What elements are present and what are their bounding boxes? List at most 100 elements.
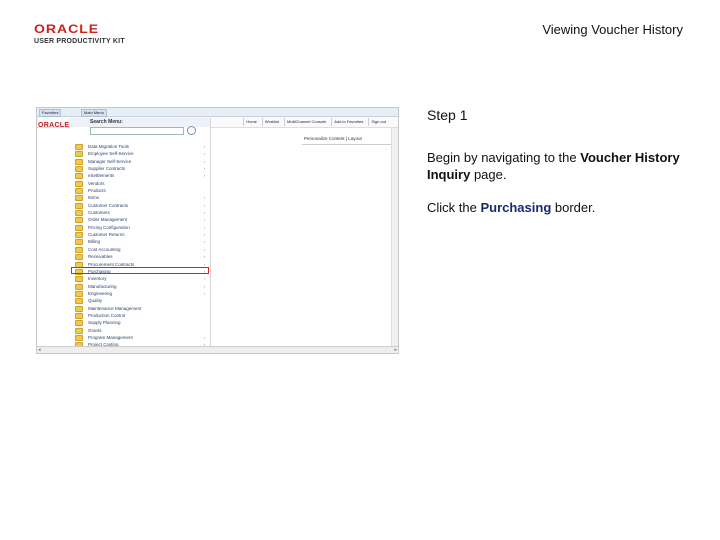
screenshot-nav-links: Home Worklist MultiChannel Console Add t… bbox=[243, 118, 388, 126]
menu-item-list: Data Migration Tools › Employee Self-Servi… bbox=[70, 143, 210, 349]
instruction-suffix: page. bbox=[470, 167, 507, 182]
nav-link-worklist[interactable]: Worklist bbox=[261, 118, 281, 126]
menu-item-label: Engineering bbox=[88, 290, 113, 296]
menu-item[interactable]: Order Management › bbox=[70, 216, 210, 224]
folder-icon bbox=[75, 151, 83, 158]
menu-item-label: Products bbox=[88, 188, 106, 194]
folder-icon bbox=[75, 158, 83, 165]
folder-icon bbox=[75, 195, 83, 202]
tab-favorites[interactable]: Favorites bbox=[39, 109, 62, 117]
scroll-right-icon[interactable]: ▸ bbox=[394, 347, 397, 353]
nav-link-sign-out[interactable]: Sign out bbox=[368, 118, 388, 126]
menu-item[interactable]: Data Migration Tools › bbox=[70, 143, 210, 150]
menu-item-label: Program Management bbox=[88, 334, 133, 340]
page-title: Viewing Voucher History bbox=[542, 22, 683, 37]
personalize-link[interactable]: Personalize Content | Layout bbox=[304, 136, 362, 141]
instruction-prefix: Begin by navigating to the bbox=[427, 150, 581, 165]
folder-icon bbox=[75, 166, 83, 173]
folder-icon bbox=[75, 217, 83, 224]
menu-item[interactable]: Engineering › bbox=[70, 290, 210, 297]
submenu-arrow-icon: › bbox=[204, 166, 206, 172]
menu-item[interactable]: Quality bbox=[70, 297, 210, 305]
submenu-arrow-icon: › bbox=[204, 232, 206, 238]
menu-item-label: Vendors bbox=[88, 180, 105, 186]
nav-link-home[interactable]: Home bbox=[243, 118, 259, 126]
menu-item[interactable]: Vendors bbox=[70, 180, 210, 187]
menu-item[interactable]: Billing › bbox=[70, 238, 210, 246]
submenu-arrow-icon: › bbox=[204, 290, 206, 296]
folder-icon bbox=[75, 188, 83, 195]
personalize-divider bbox=[302, 144, 392, 145]
menu-item-label: Maintenance Management bbox=[88, 305, 142, 311]
submenu-arrow-icon: › bbox=[204, 210, 206, 216]
menu-item[interactable]: Manager Self-Service › bbox=[70, 158, 210, 165]
action-text: Click the Purchasing border. bbox=[427, 199, 687, 216]
submenu-arrow-icon: › bbox=[204, 283, 206, 289]
screenshot-oracle-logo: ORACLE bbox=[38, 122, 70, 129]
submenu-arrow-icon: › bbox=[204, 202, 206, 208]
submenu-arrow-icon: › bbox=[204, 173, 206, 179]
nav-link-add-favorites[interactable]: Add to Favorites bbox=[331, 118, 365, 126]
folder-icon bbox=[75, 239, 83, 246]
scroll-left-icon[interactable]: ◂ bbox=[38, 347, 41, 353]
logo-subtitle: USER PRODUCTIVITY KIT bbox=[34, 38, 125, 45]
purchasing-highlight-border[interactable] bbox=[71, 266, 209, 274]
submenu-arrow-icon: › bbox=[204, 224, 206, 230]
folder-icon bbox=[75, 210, 83, 217]
menu-item[interactable]: Maintenance Management bbox=[70, 305, 210, 312]
submenu-arrow-icon: › bbox=[204, 195, 206, 201]
folder-icon bbox=[75, 173, 83, 180]
menu-item[interactable]: Program Management › bbox=[70, 334, 210, 341]
folder-icon bbox=[75, 290, 83, 297]
menu-item[interactable]: Products bbox=[70, 187, 210, 195]
menu-item[interactable]: Customer Contracts › bbox=[70, 202, 210, 209]
menu-item-label: Production Control bbox=[88, 312, 126, 318]
action-prefix: Click the bbox=[427, 200, 481, 215]
search-go-icon[interactable] bbox=[187, 126, 196, 135]
folder-icon bbox=[75, 298, 83, 305]
folder-icon bbox=[75, 180, 83, 187]
menu-item[interactable]: Supplier Contracts › bbox=[70, 165, 210, 173]
menu-item[interactable]: Supply Planning bbox=[70, 319, 210, 327]
menu-item-label: eSettlements bbox=[88, 173, 115, 179]
menu-item[interactable]: Inventory › bbox=[70, 275, 210, 283]
folder-icon bbox=[75, 320, 83, 327]
menu-item-label: Customer Returns bbox=[88, 232, 125, 238]
horizontal-scrollbar[interactable]: ◂ ▸ bbox=[37, 346, 398, 353]
step-number: Step 1 bbox=[427, 107, 468, 123]
menu-item-label: Pricing Configuration bbox=[88, 224, 130, 230]
menu-item[interactable]: Pricing Configuration › bbox=[70, 224, 210, 231]
menu-item[interactable]: Manufacturing › bbox=[70, 283, 210, 290]
menu-item-label: Customers bbox=[88, 210, 110, 216]
nav-link-multichannel[interactable]: MultiChannel Console bbox=[284, 118, 328, 126]
menu-item[interactable]: Cost Accounting › bbox=[70, 246, 210, 253]
menu-item[interactable]: Customer Returns › bbox=[70, 231, 210, 239]
menu-item[interactable]: Receivables › bbox=[70, 253, 210, 261]
oracle-upk-logo: ORACLE USER PRODUCTIVITY KIT bbox=[34, 22, 134, 48]
menu-item-label: Grants bbox=[88, 327, 102, 333]
folder-icon bbox=[75, 334, 83, 341]
oracle-logo-text: ORACLE bbox=[34, 22, 100, 36]
vertical-scrollbar[interactable] bbox=[391, 128, 398, 348]
menu-item-label: Supplier Contracts bbox=[88, 166, 126, 172]
menu-item[interactable]: eSettlements › bbox=[70, 172, 210, 180]
menu-item[interactable]: Employee Self-Service › bbox=[70, 150, 210, 158]
menu-item[interactable]: Grants bbox=[70, 327, 210, 334]
submenu-arrow-icon: › bbox=[204, 334, 206, 340]
folder-icon bbox=[75, 202, 83, 209]
tab-main-menu[interactable]: Main Menu bbox=[81, 109, 107, 117]
menu-item[interactable]: Purchasing › bbox=[70, 266, 210, 275]
menu-item[interactable]: Items › bbox=[70, 194, 210, 202]
folder-icon bbox=[75, 144, 83, 150]
menu-item-label: Manager Self-Service bbox=[88, 158, 132, 164]
menu-item-label: Inventory bbox=[88, 276, 107, 282]
menu-item[interactable]: Customers › bbox=[70, 209, 210, 217]
action-suffix: border. bbox=[551, 200, 596, 215]
menu-item[interactable]: Production Control bbox=[70, 312, 210, 319]
menu-search-input[interactable] bbox=[90, 127, 184, 135]
application-screenshot: Favorites Main Menu ORACLE Home Worklist… bbox=[36, 107, 399, 354]
menu-item-label: Manufacturing bbox=[88, 283, 117, 289]
menu-item-label: Receivables bbox=[88, 254, 113, 260]
main-menu-dropdown: Search Menu: Data Migration Tools › Employ… bbox=[70, 118, 211, 353]
folder-icon bbox=[75, 305, 83, 312]
